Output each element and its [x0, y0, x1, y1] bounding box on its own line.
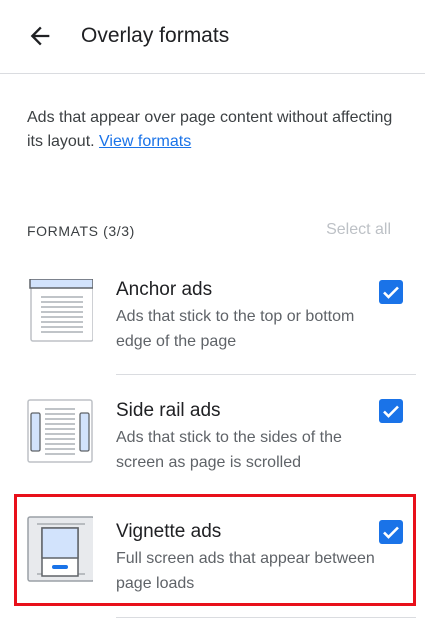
side-rail-ads-checkbox[interactable]	[379, 399, 403, 423]
check-icon	[383, 405, 399, 418]
format-title: Side rail ads	[116, 400, 221, 421]
format-item-anchor[interactable]: Anchor ads Ads that stick to the top or …	[0, 268, 425, 378]
anchor-ad-thumbnail	[29, 279, 93, 342]
description-text: Ads that appear over page content withou…	[27, 109, 393, 150]
page-title: Overlay formats	[81, 24, 230, 47]
highlight-box	[14, 494, 416, 606]
format-description: Ads that stick to the sides of the scree…	[116, 429, 342, 471]
side-rail-ad-thumbnail	[27, 399, 93, 463]
format-description: Ads that stick to the top or bottom edge…	[116, 308, 355, 350]
item-divider	[116, 374, 416, 375]
item-divider	[116, 617, 416, 618]
anchor-ads-checkbox[interactable]	[379, 280, 403, 304]
back-button[interactable]	[26, 22, 54, 50]
check-icon	[383, 286, 399, 299]
view-formats-link[interactable]: View formats	[99, 133, 191, 150]
select-all-button[interactable]: Select all	[326, 221, 391, 239]
arrow-back-icon	[30, 26, 50, 46]
format-title: Anchor ads	[116, 279, 213, 300]
app-header: Overlay formats	[0, 0, 425, 74]
formats-count-label: FORMATS (3/3)	[27, 223, 135, 239]
format-item-side-rail[interactable]: Side rail ads Ads that stick to the side…	[0, 389, 425, 499]
page-description: Ads that appear over page content withou…	[27, 106, 397, 154]
